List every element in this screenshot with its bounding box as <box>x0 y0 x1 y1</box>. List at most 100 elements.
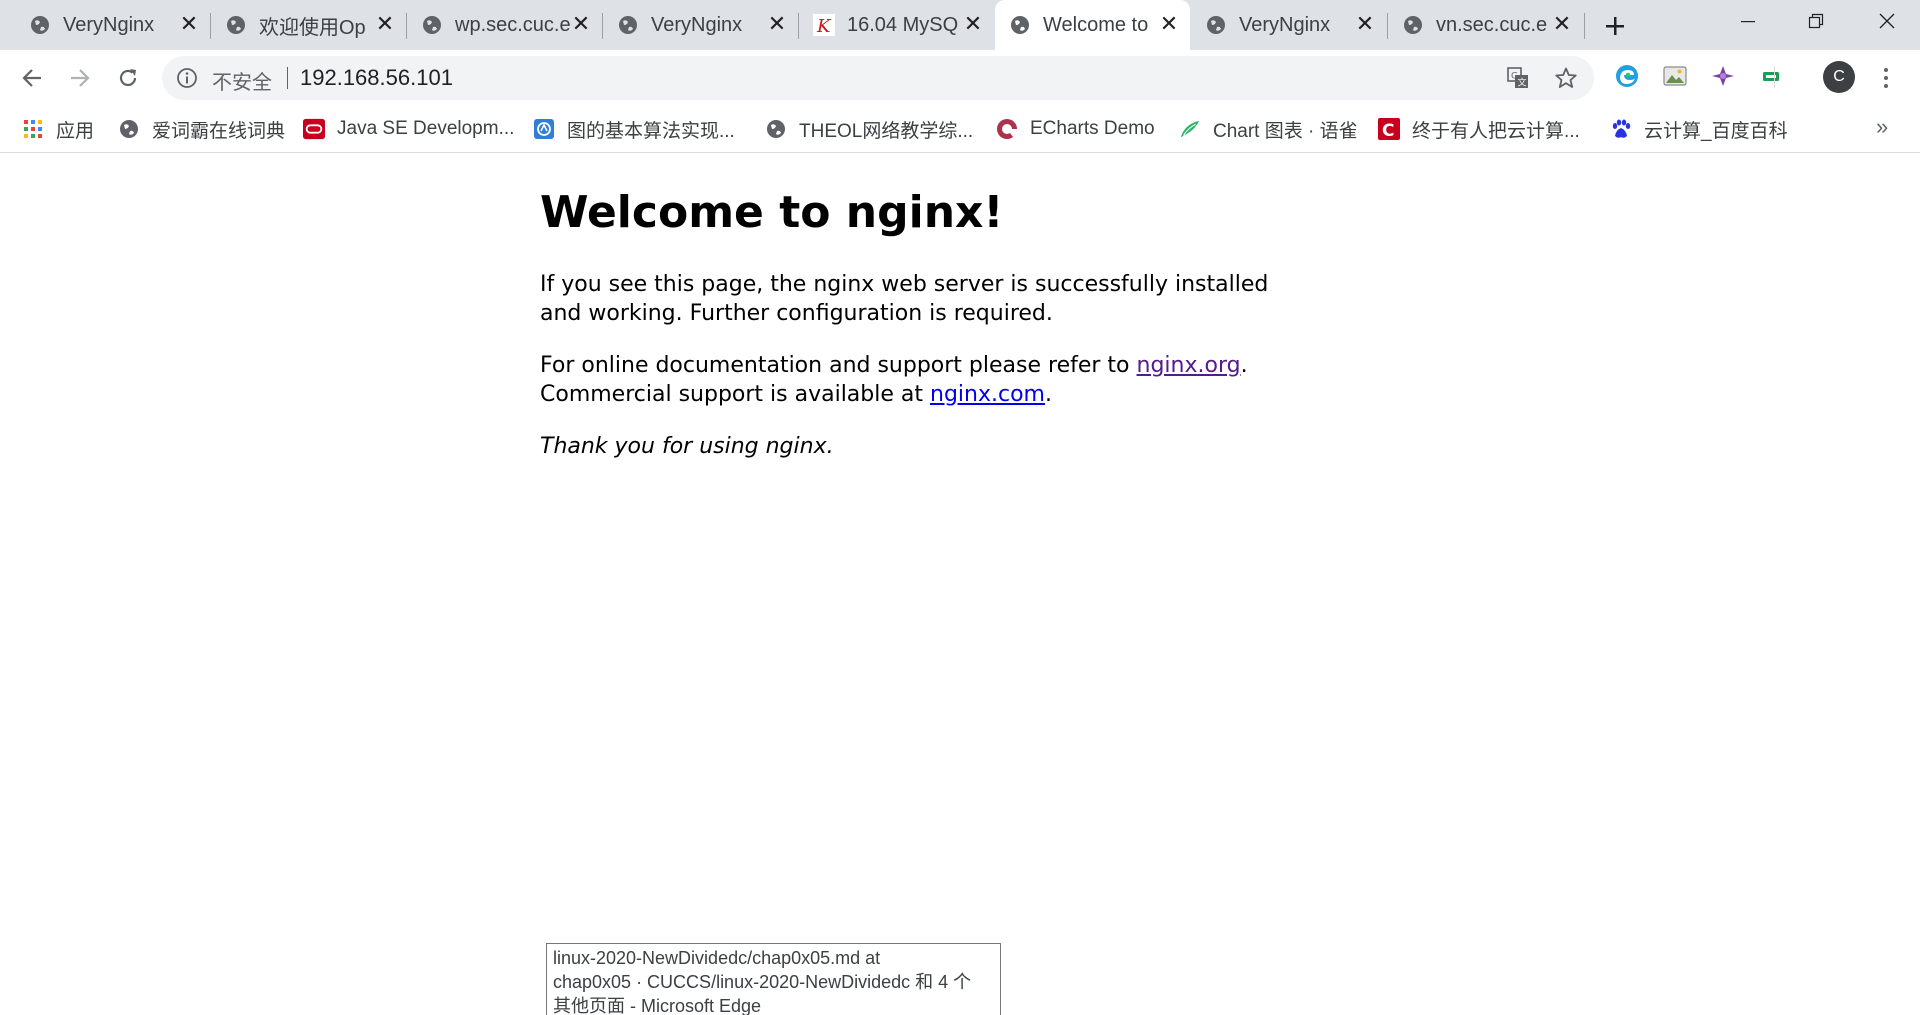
close-icon <box>1879 13 1895 29</box>
baidu-icon <box>1610 118 1632 140</box>
bookmark-iciba[interactable]: 爱词霸在线词典 <box>118 116 285 142</box>
translate-icon[interactable]: G文 <box>1506 66 1530 90</box>
bookmarks-bar: 应用 爱词霸在线词典 Java SE Developm... 图的基本算法实现.… <box>0 106 1920 153</box>
globe-icon <box>29 14 51 36</box>
bookmark-graph-algorithms[interactable]: 图的基本算法实现... <box>533 116 735 142</box>
tab-welcome-nginx[interactable]: Welcome to ✕ <box>995 0 1190 50</box>
close-icon[interactable]: ✕ <box>766 11 788 36</box>
browser-toolbar: 不安全 192.168.56.101 G文 C <box>0 50 1920 106</box>
tab-wp-sec-cuc[interactable]: wp.sec.cuc.e ✕ <box>407 0 602 50</box>
period-text: . <box>1044 381 1052 407</box>
svg-text:C: C <box>1382 121 1394 140</box>
support-paragraph: For online documentation and support ple… <box>540 351 1300 409</box>
address-bar[interactable]: 不安全 192.168.56.101 G文 <box>162 56 1594 100</box>
globe-icon <box>1205 14 1227 36</box>
support-text: For online documentation and support ple… <box>540 352 1137 378</box>
close-icon[interactable]: ✕ <box>1158 11 1180 36</box>
close-icon[interactable]: ✕ <box>570 11 592 36</box>
tab-verynginx-3[interactable]: VeryNginx ✕ <box>1191 0 1386 50</box>
yuque-icon <box>1179 118 1201 140</box>
globe-icon <box>118 118 140 140</box>
new-tab-button[interactable] <box>1598 9 1632 43</box>
oracle-icon <box>303 118 325 140</box>
close-icon[interactable]: ✕ <box>1354 11 1376 36</box>
intro-paragraph: If you see this page, the nginx web serv… <box>540 271 1269 326</box>
globe-icon <box>421 14 443 36</box>
tab-title: VeryNginx <box>1239 13 1331 36</box>
period-text: . <box>1240 352 1248 378</box>
restore-icon <box>1808 13 1824 29</box>
bookmark-baidu-baike[interactable]: 云计算_百度百科 <box>1610 116 1788 142</box>
profile-avatar[interactable]: C <box>1823 61 1855 93</box>
star-icon[interactable] <box>1554 66 1578 90</box>
tooltip-line: 其他页面 - Microsoft Edge <box>553 996 762 1015</box>
bookmark-label: 终于有人把云计算... <box>1412 120 1580 142</box>
bookmark-label: Java SE Developm... <box>337 118 515 139</box>
thanks-paragraph: Thank you for using nginx. <box>540 433 834 459</box>
bookmark-label: 应用 <box>56 120 95 142</box>
restore-button[interactable] <box>1786 0 1846 42</box>
globe-icon <box>1009 14 1031 36</box>
green-extension-icon[interactable] <box>1758 63 1784 89</box>
chevron-double-right-icon[interactable]: » <box>1876 114 1888 140</box>
book-icon <box>533 118 555 140</box>
bookmark-yuque-chart[interactable]: Chart 图表 · 语雀 <box>1179 116 1358 142</box>
reload-icon <box>119 69 137 87</box>
plus-icon <box>1606 17 1624 35</box>
bookmark-label: THEOL网络教学综... <box>799 120 974 142</box>
reload-button[interactable] <box>112 62 144 94</box>
page-heading: Welcome to nginx! <box>540 187 1004 238</box>
tab-strip: VeryNginx ✕ 欢迎使用Op ✕ wp.sec.cuc.e ✕ Very… <box>0 0 1920 50</box>
bookmark-cloud-computing-csdn[interactable]: C 终于有人把云计算... <box>1378 116 1580 142</box>
taskbar-tooltip: linux-2020-NewDividedc/chap0x05.md at ch… <box>546 943 1001 1015</box>
bookmark-theol[interactable]: THEOL网络教学综... <box>765 116 973 142</box>
close-icon[interactable]: ✕ <box>178 11 200 36</box>
arrow-left-icon <box>22 69 41 87</box>
close-icon[interactable]: ✕ <box>1551 11 1573 36</box>
svg-text:K: K <box>816 16 832 36</box>
k-logo-icon: K <box>813 14 835 36</box>
purple-bird-extension-icon[interactable] <box>1710 63 1736 89</box>
bookmark-apps[interactable]: 应用 <box>22 116 94 142</box>
minimize-button[interactable] <box>1718 0 1778 42</box>
omnibox-divider <box>287 67 288 89</box>
bookmark-label: 云计算_百度百科 <box>1644 120 1788 142</box>
bookmark-label: 图的基本算法实现... <box>567 120 735 142</box>
edge-extension-icon[interactable] <box>1614 63 1640 89</box>
toolbar-divider <box>1774 66 1775 88</box>
close-icon[interactable]: ✕ <box>962 11 984 36</box>
tab-vn-sec-cuc[interactable]: vn.sec.cuc.e ✕ <box>1388 0 1583 50</box>
globe-icon <box>1402 14 1424 36</box>
bookmark-java-se[interactable]: Java SE Developm... <box>303 116 514 142</box>
apps-grid-icon <box>22 118 44 140</box>
tooltip-line: chap0x05 · CUCCS/linux-2020-NewDividedc … <box>553 972 972 992</box>
bookmark-label: 爱词霸在线词典 <box>152 120 286 142</box>
echarts-icon <box>996 118 1018 140</box>
security-status-label[interactable]: 不安全 <box>212 66 272 95</box>
close-window-button[interactable] <box>1857 0 1917 42</box>
nginx-org-link[interactable]: nginx.org <box>1137 353 1241 378</box>
csdn-icon: C <box>1378 118 1400 140</box>
page-content: Welcome to nginx! If you see this page, … <box>540 152 1300 461</box>
info-icon[interactable] <box>176 67 198 89</box>
tab-openwrt-welcome[interactable]: 欢迎使用Op ✕ <box>211 0 406 50</box>
tooltip-line: linux-2020-NewDividedc/chap0x05.md at <box>553 948 881 968</box>
tab-mysql-guide[interactable]: K 16.04 MySQ ✕ <box>799 0 994 50</box>
bookmark-echarts-demo[interactable]: ECharts Demo <box>996 116 1155 142</box>
commercial-support-text: Commercial support is available at <box>540 381 930 407</box>
close-icon[interactable]: ✕ <box>374 11 396 36</box>
globe-icon <box>765 118 787 140</box>
minimize-icon <box>1741 21 1755 23</box>
nginx-com-link[interactable]: nginx.com <box>930 382 1045 407</box>
tab-title: 16.04 MySQ <box>847 13 959 36</box>
tab-verynginx-2[interactable]: VeryNginx ✕ <box>603 0 798 50</box>
more-menu-icon[interactable] <box>1876 62 1896 94</box>
tab-title: wp.sec.cuc.e <box>455 13 571 36</box>
globe-icon <box>617 14 639 36</box>
forward-button[interactable] <box>64 62 96 94</box>
url-text[interactable]: 192.168.56.101 <box>300 65 453 91</box>
back-button[interactable] <box>16 62 48 94</box>
arrow-right-icon <box>71 69 90 87</box>
tab-verynginx-1[interactable]: VeryNginx ✕ <box>15 0 210 50</box>
image-extension-icon[interactable] <box>1662 63 1688 89</box>
